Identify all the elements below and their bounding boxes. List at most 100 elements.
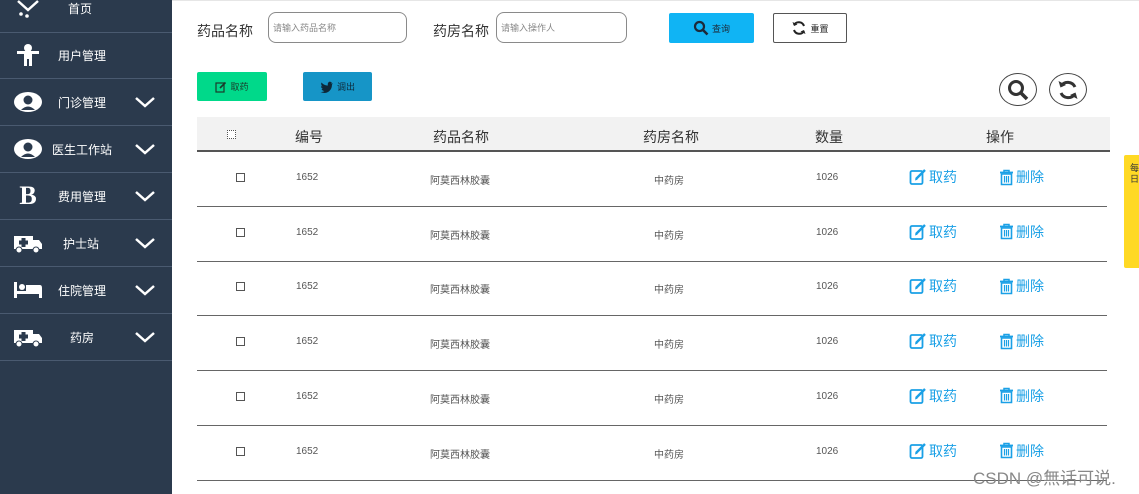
row-delete-label: 删除 [1016,223,1044,240]
cell-quantity: 1026 [816,226,839,238]
cell-pharmacy: 中药房 [654,285,684,297]
table-row: 1652 阿莫西林胶囊 中药房 1026 取药 删除 [197,426,1107,481]
table-refresh-button[interactable] [1049,73,1087,106]
table-row: 1652 阿莫西林胶囊 中药房 1026 取药 删除 [197,207,1107,262]
edit-icon [909,332,929,350]
chevron-down-icon [133,141,157,157]
sidebar-item-pharmacy[interactable]: 药房 [0,314,172,361]
refresh-icon [791,20,807,36]
select-all-checkbox[interactable] [227,130,236,139]
edit-icon [909,442,929,460]
chevron-down-icon [133,329,157,345]
row-fetch-label: 取药 [929,278,957,295]
sidebar: 首页 用户管理 门诊管理 医生工作站 B 费用管理 护士站 住院管理 药房 [0,0,172,494]
fetch-drug-button-label: 取药 [230,82,249,92]
row-delete-label: 删除 [1016,278,1044,295]
row-fetch-link[interactable]: 取药 [909,276,957,296]
row-checkbox[interactable] [236,391,245,401]
cell-id: 1652 [296,281,319,293]
home-icon [12,0,44,20]
edit-icon [909,387,929,405]
sidebar-item-outpatient[interactable]: 门诊管理 [0,79,172,126]
refresh-icon [1057,79,1079,101]
row-checkbox[interactable] [236,173,245,182]
row-checkbox[interactable] [236,337,245,347]
row-fetch-label: 取药 [929,442,957,459]
row-fetch-label: 取药 [929,169,957,185]
row-delete-link[interactable]: 删除 [999,276,1044,296]
table-row: 1652 阿莫西林胶囊 中药房 1026 取药 删除 [197,261,1107,317]
sidebar-item-label: 药房 [70,330,95,345]
fetch-drug-button[interactable]: 取药 [197,72,267,101]
bold-b-icon: B [19,181,37,210]
reset-button[interactable]: 重置 [773,13,847,43]
row-delete-label: 删除 [1016,442,1044,459]
row-delete-label: 删除 [1016,333,1044,350]
trash-icon [999,169,1016,186]
row-fetch-link[interactable]: 取药 [909,222,957,242]
side-float-tab-label: 每日 [1130,163,1139,184]
header-quantity: 数量 [815,129,843,145]
row-fetch-link[interactable]: 取药 [909,167,957,187]
cell-drug-name: 阿莫西林胶囊 [430,449,490,461]
row-delete-link[interactable]: 删除 [999,441,1044,461]
cell-drug-name: 阿莫西林胶囊 [430,394,490,406]
header-actions: 操作 [986,129,1014,145]
row-fetch-label: 取药 [929,223,957,240]
cell-id: 1652 [296,445,319,457]
cell-quantity: 1026 [816,281,839,293]
cell-pharmacy: 中药房 [654,230,684,242]
sidebar-item-users[interactable]: 用户管理 [0,32,172,79]
query-button[interactable]: 查询 [669,13,754,43]
row-fetch-label: 取药 [929,333,957,350]
row-checkbox[interactable] [236,227,245,237]
chevron-down-icon [133,188,157,204]
trash-icon [999,442,1016,459]
row-fetch-link[interactable]: 取药 [909,386,957,406]
sidebar-item-inpatient[interactable]: 住院管理 [0,267,172,314]
chevron-down-icon [133,94,157,110]
row-fetch-label: 取药 [929,387,957,404]
row-delete-link[interactable]: 删除 [999,167,1044,187]
watermark: CSDN @無话可说. [973,469,1116,488]
table-row: 1652 阿莫西林胶囊 中药房 1026 取药 删除 [197,316,1107,372]
sidebar-item-billing[interactable]: B 费用管理 [0,173,172,220]
bird-icon [320,81,334,93]
side-float-tab[interactable]: 每日 [1124,155,1139,268]
row-delete-link[interactable]: 删除 [999,386,1044,406]
bed-icon [12,278,44,302]
chevron-down-icon [133,282,157,298]
chevron-down-icon [133,235,157,251]
transfer-out-button[interactable]: 调出 [303,72,372,101]
row-delete-link[interactable]: 删除 [999,331,1044,351]
row-checkbox[interactable] [236,446,245,456]
table-search-button[interactable] [999,73,1037,106]
table-row: 1652 阿莫西林胶囊 中药房 1026 取药 删除 [197,152,1107,207]
doctor-icon [12,137,44,161]
sidebar-item-nurse[interactable]: 护士站 [0,220,172,267]
user-figure-icon [12,43,44,67]
row-fetch-link[interactable]: 取药 [909,331,957,351]
sidebar-item-label: 护士站 [63,236,100,251]
cell-quantity: 1026 [816,172,839,183]
edit-icon [909,168,929,186]
top-divider [172,0,1139,4]
row-checkbox[interactable] [236,282,245,292]
sidebar-item-home[interactable]: 首页 [0,0,172,33]
row-fetch-link[interactable]: 取药 [909,441,957,461]
drug-name-label: 药品名称 [197,23,253,39]
header-id: 编号 [295,129,323,145]
header-pharmacy: 药房名称 [643,129,699,145]
trash-icon [999,333,1016,350]
edit-icon [215,81,227,93]
drug-name-input[interactable] [268,12,407,43]
sidebar-item-doctor[interactable]: 医生工作站 [0,126,172,173]
cell-drug-name: 阿莫西林胶囊 [430,285,490,297]
cell-quantity: 1026 [816,445,839,457]
cell-pharmacy: 中药房 [654,340,684,352]
row-delete-label: 删除 [1016,387,1044,404]
row-delete-link[interactable]: 删除 [999,222,1044,242]
cell-pharmacy: 中药房 [654,449,684,461]
pharmacy-name-input[interactable] [496,12,627,43]
sidebar-item-label: 首页 [68,2,93,16]
